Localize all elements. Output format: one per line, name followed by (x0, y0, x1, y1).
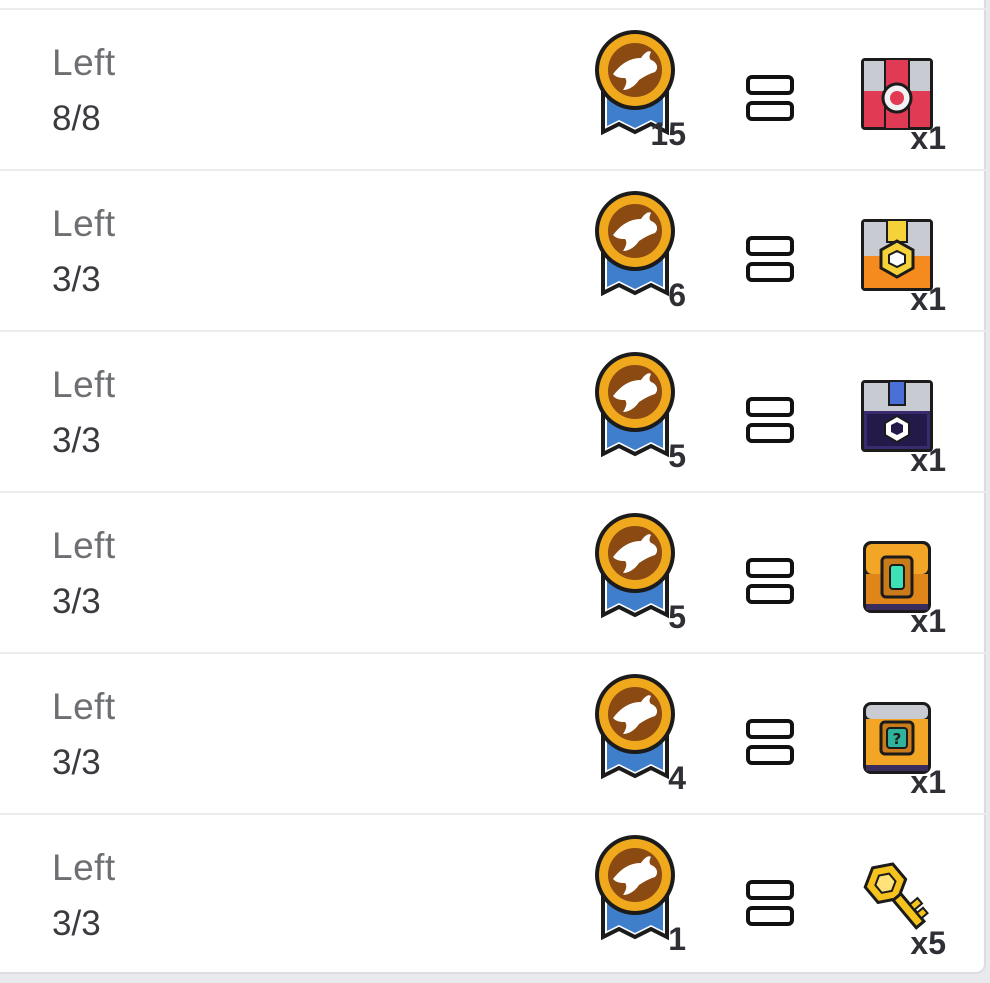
equals-icon (746, 880, 794, 926)
svg-text:?: ? (893, 730, 902, 748)
medal-quantity: 4 (668, 760, 686, 796)
left-count: 3/3 (52, 260, 101, 299)
exchange-row[interactable]: Left 3/3 1 x5 (0, 815, 986, 976)
left-label: Left (52, 364, 116, 405)
exchange-row[interactable]: Left 3/3 4 ? x1 (0, 654, 986, 815)
equals-icon (746, 75, 794, 121)
exchange-row[interactable]: Left 3/3 6 x1 (0, 171, 986, 332)
left-count: 3/3 (52, 904, 101, 943)
left-label: Left (52, 203, 116, 244)
left-label: Left (52, 42, 116, 83)
reward-quantity: x1 (910, 281, 946, 317)
equals-icon (746, 397, 794, 443)
equals-icon (746, 236, 794, 282)
left-label: Left (52, 686, 116, 727)
equals-icon (746, 558, 794, 604)
left-label: Left (52, 847, 116, 888)
reward-quantity: x1 (910, 764, 946, 800)
exchange-row[interactable]: Left 3/3 5 x1 (0, 332, 986, 493)
exchange-list-panel: Left 8/8 15 x1 Left 3/3 6 x1 Left 3/3 5 … (0, 0, 986, 974)
medal-quantity: 6 (668, 277, 686, 313)
reward-quantity: x1 (910, 603, 946, 639)
medal-quantity: 1 (668, 921, 686, 957)
left-count: 3/3 (52, 582, 101, 621)
medal-quantity: 5 (668, 599, 686, 635)
exchange-row[interactable]: Left 3/3 5 x1 (0, 493, 986, 654)
reward-quantity: x1 (910, 120, 946, 156)
left-count: 3/3 (52, 421, 101, 460)
reward-quantity: x5 (910, 925, 946, 961)
exchange-row[interactable]: Left 8/8 15 x1 (0, 10, 986, 171)
medal-quantity: 15 (650, 116, 686, 152)
left-count: 8/8 (52, 99, 101, 138)
reward-quantity: x1 (910, 442, 946, 478)
medal-quantity: 5 (668, 438, 686, 474)
left-count: 3/3 (52, 743, 101, 782)
equals-icon (746, 719, 794, 765)
left-label: Left (52, 525, 116, 566)
